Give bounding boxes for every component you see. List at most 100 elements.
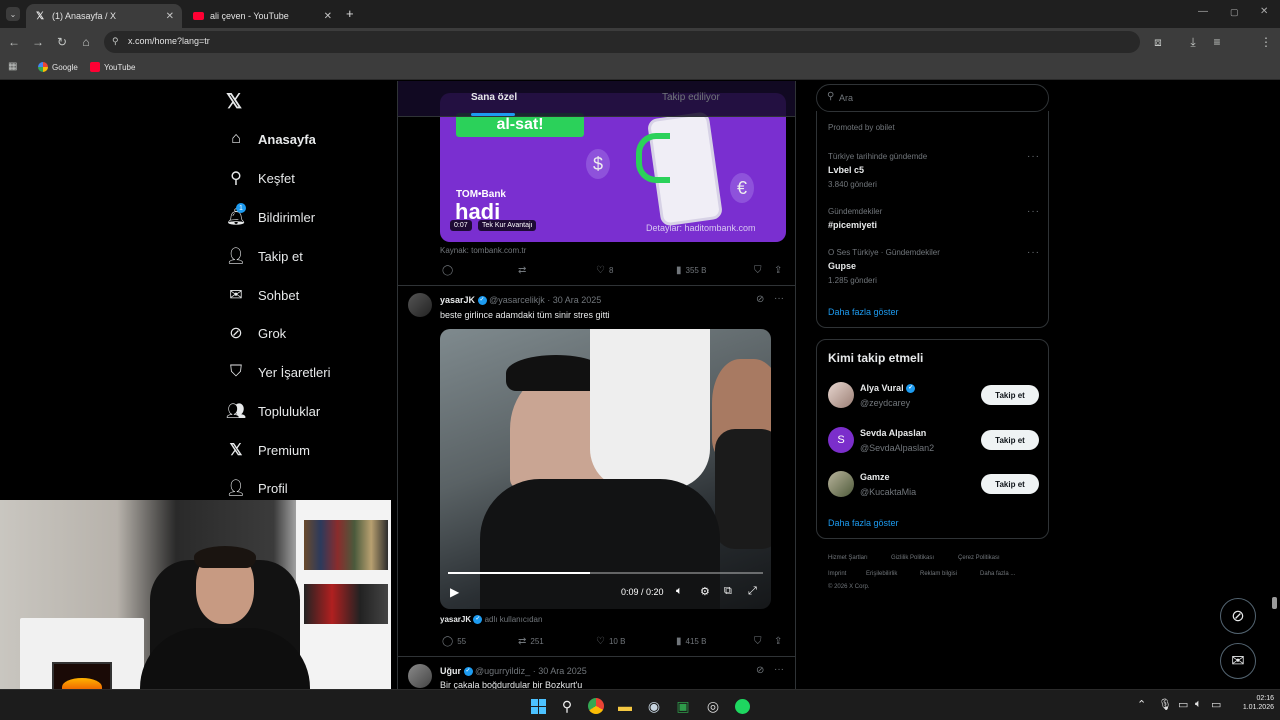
trend-item[interactable]: Türkiye tarihinde gündemde Lvbel c5 3.84… <box>817 149 1048 193</box>
tweet-video[interactable]: ▶ 0:09 / 0:20 🔈︎ ⚙ ⧉ ⤢ <box>440 329 771 609</box>
site-info-icon[interactable]: ⚲ <box>112 36 119 47</box>
reply-button[interactable]: ◯ <box>442 265 457 276</box>
sidebar-item-bookmarks[interactable]: ⛉ Yer İşaretleri <box>226 360 331 384</box>
sidebar-item-communities[interactable]: 👥︎ Topluluklar <box>226 399 320 423</box>
like-button[interactable]: ♡ 10 B <box>596 636 625 647</box>
scrollbar-thumb[interactable] <box>1272 597 1277 609</box>
footer-link[interactable]: Imprint <box>828 571 846 577</box>
media-icon[interactable]: ≡ <box>1209 34 1225 50</box>
like-button[interactable]: ♡ 8 <box>596 265 613 276</box>
views-button[interactable]: ▮ 415 B <box>676 636 706 647</box>
video-progress-track[interactable] <box>448 572 763 574</box>
sidebar-item-home[interactable]: ⌂ Anasayfa <box>226 127 316 151</box>
tweet-date[interactable]: · 30 Ara 2025 <box>547 295 601 305</box>
retweet-button[interactable]: ⇄ <box>518 265 530 276</box>
extensions-icon[interactable]: ⧈ <box>1150 34 1166 50</box>
sidebar-item-chat[interactable]: ✉ Sohbet <box>226 283 299 307</box>
obs-icon[interactable]: ◎ <box>703 696 723 716</box>
grok-icon[interactable]: ⊘ <box>756 294 764 305</box>
restore-button[interactable]: ▢ <box>1230 7 1239 18</box>
tab-youtube[interactable]: ali çeven - YouTube ✕ <box>184 4 340 28</box>
sidebar-item-grok[interactable]: ⊘ Grok <box>226 321 286 345</box>
bookmark-button[interactable]: ⛉ <box>754 636 766 647</box>
bookmark-button[interactable]: ⛉ <box>754 265 766 276</box>
microphone-icon[interactable]: 🎙︎ <box>1158 698 1172 711</box>
follow-suggestion[interactable]: Gamze @KucaktaMia Takip et <box>817 469 1048 503</box>
menu-icon[interactable]: ⋮ <box>1258 34 1274 50</box>
grok-icon[interactable]: ⊘ <box>756 665 764 676</box>
views-button[interactable]: ▮ 355 B <box>676 265 706 276</box>
more-icon[interactable]: ··· <box>774 664 784 675</box>
volume-icon[interactable]: 🔈︎ <box>1195 698 1202 711</box>
footer-link[interactable]: Erişilebilirlik <box>866 571 897 577</box>
tweet-date[interactable]: · 30 Ara 2025 <box>533 666 587 676</box>
app-icon[interactable]: ▣ <box>673 696 693 716</box>
close-tab-icon[interactable]: ✕ <box>324 11 332 22</box>
author-handle[interactable]: @yasarcelikjk <box>489 295 545 305</box>
tab-x-home[interactable]: 𝕏 (1) Anasayfa / X ✕ <box>26 4 182 28</box>
sidebar-item-explore[interactable]: ⚲ Keşfet <box>226 166 295 190</box>
tab-following[interactable]: Takip ediliyor <box>662 92 720 103</box>
pip-icon[interactable]: ⧉ <box>724 585 732 598</box>
battery-icon[interactable]: ▭ <box>1211 698 1221 711</box>
back-icon[interactable]: ← <box>6 34 22 50</box>
volume-icon[interactable]: 🔈︎ <box>676 585 683 598</box>
close-tab-icon[interactable]: ✕ <box>166 11 174 22</box>
chevron-up-icon[interactable]: ⌃ <box>1137 698 1146 711</box>
ad-source[interactable]: Kaynak: tombank.com.tr <box>440 246 526 255</box>
settings-icon[interactable]: ⚙ <box>700 585 710 598</box>
footer-link[interactable]: Reklam bilgisi <box>920 571 957 577</box>
play-icon[interactable]: ▶ <box>450 585 459 599</box>
download-icon[interactable]: ⤓ <box>1185 34 1201 50</box>
sidebar-item-premium[interactable]: 𝕏 Premium <box>226 438 310 462</box>
sidebar-item-profile[interactable]: 👤︎ Profil <box>226 476 288 500</box>
apps-icon[interactable]: ▦ <box>8 61 17 72</box>
share-button[interactable]: ⇪ <box>774 265 786 276</box>
trend-item[interactable]: O Ses Türkiye · Gündemdekiler Gupse 1.28… <box>817 245 1048 289</box>
footer-link[interactable]: Daha fazla ... <box>980 571 1015 577</box>
author-name[interactable]: yasarJK <box>440 295 475 305</box>
reply-button[interactable]: ◯ 55 <box>442 636 466 647</box>
grok-float-button[interactable]: ⊘ <box>1220 598 1256 634</box>
close-window-button[interactable]: ✕ <box>1260 6 1268 17</box>
follow-suggestion[interactable]: S Sevda Alpaslan @SevdaAlpaslan2 Takip e… <box>817 425 1048 459</box>
chrome-icon[interactable] <box>586 696 606 716</box>
clock[interactable]: 02:16 1.01.2026 <box>1230 695 1274 711</box>
show-more-link[interactable]: Daha fazla göster <box>828 518 899 528</box>
spotify-icon[interactable] <box>732 696 752 716</box>
forward-icon[interactable]: → <box>30 34 46 50</box>
footer-link[interactable]: Hizmet Şartları <box>828 555 868 561</box>
new-tab-button[interactable]: + <box>346 6 354 21</box>
footer-link[interactable]: Gizlilik Politikası <box>891 555 934 561</box>
minimize-button[interactable]: — <box>1198 6 1208 17</box>
reload-icon[interactable]: ↻ <box>54 34 70 50</box>
share-button[interactable]: ⇪ <box>774 636 786 647</box>
show-more-link[interactable]: Daha fazla göster <box>828 307 899 317</box>
bookmark-youtube[interactable]: YouTube <box>90 62 135 72</box>
follow-button[interactable]: Takip et <box>981 385 1039 405</box>
search-icon[interactable]: ⚲ <box>557 696 577 716</box>
follow-button[interactable]: Takip et <box>981 474 1039 494</box>
avatar[interactable] <box>408 664 432 688</box>
bookmark-google[interactable]: Google <box>38 62 78 72</box>
follow-button[interactable]: Takip et <box>981 430 1039 450</box>
sidebar-item-follow[interactable]: 👤︎ Takip et <box>226 244 303 268</box>
fullscreen-icon[interactable]: ⤢ <box>748 585 757 598</box>
search-input[interactable]: ⚲ Ara <box>816 84 1049 112</box>
more-icon[interactable]: ··· <box>1027 206 1040 217</box>
home-icon[interactable]: ⌂ <box>78 34 94 50</box>
network-icon[interactable]: ▭ <box>1178 698 1188 711</box>
tab-search-button[interactable]: ⌄ <box>6 7 20 21</box>
trend-item[interactable]: Gündemdekiler #picemiyeti ··· <box>817 204 1048 238</box>
file-explorer-icon[interactable]: ▬ <box>615 696 635 716</box>
start-icon[interactable] <box>528 696 548 716</box>
avatar[interactable] <box>408 293 432 317</box>
attribution-user[interactable]: yasarJK <box>440 615 471 624</box>
x-logo-icon[interactable]: 𝕏 <box>226 89 242 114</box>
author-handle[interactable]: @ugurryildiz_ <box>475 666 530 676</box>
sidebar-item-notifications[interactable]: 🔔︎ 1 Bildirimler <box>226 203 315 229</box>
tab-for-you[interactable]: Sana özel <box>471 92 517 103</box>
messages-float-button[interactable]: ✉ <box>1220 643 1256 679</box>
more-icon[interactable]: ··· <box>774 293 784 304</box>
follow-suggestion[interactable]: Alya Vural ✓ @zeydcarey Takip et <box>817 380 1048 414</box>
